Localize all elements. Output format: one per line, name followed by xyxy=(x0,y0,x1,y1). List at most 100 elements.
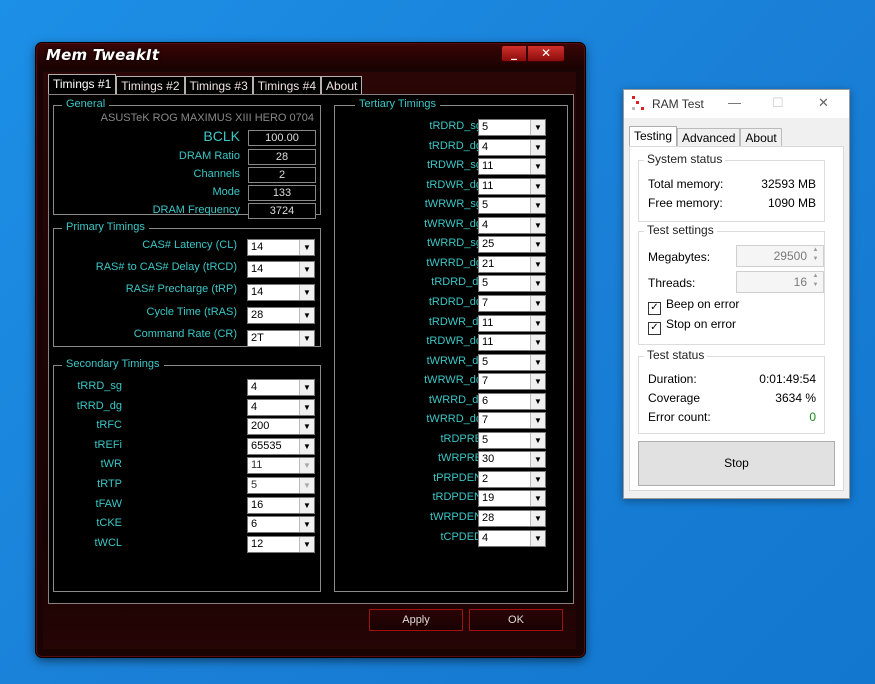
chevron-down-icon[interactable]: ▼ xyxy=(530,335,545,351)
maximize-icon[interactable]: ☐ xyxy=(772,95,784,111)
spin-up-icon[interactable]: ▲ xyxy=(809,273,822,282)
spin-down-icon[interactable]: ▼ xyxy=(809,256,822,265)
chevron-down-icon[interactable]: ▼ xyxy=(530,432,545,448)
chevron-down-icon[interactable]: ▼ xyxy=(530,374,545,390)
chevron-down-icon[interactable]: ▼ xyxy=(530,120,545,135)
chevron-down-icon[interactable]: ▼ xyxy=(299,262,314,277)
chevron-down-icon[interactable]: ▼ xyxy=(299,399,314,415)
timing-combo[interactable]: 7 ▼ xyxy=(478,412,546,430)
tab-timings-4[interactable]: Timings #4 xyxy=(252,76,321,95)
timing-combo[interactable]: 7 ▼ xyxy=(478,294,546,312)
chevron-down-icon[interactable]: ▼ xyxy=(299,240,314,255)
timing-combo[interactable]: 11 ▼ xyxy=(478,314,546,332)
close-icon[interactable]: ✕ xyxy=(818,95,829,111)
minimize-icon[interactable]: — xyxy=(728,95,741,110)
tab-timings-3[interactable]: Timings #3 xyxy=(184,76,253,95)
chevron-down-icon[interactable]: ▼ xyxy=(530,256,545,272)
beep-on-error-checkbox[interactable]: ✓ Beep on error xyxy=(648,297,739,315)
chevron-down-icon[interactable]: ▼ xyxy=(530,452,545,468)
chevron-down-icon[interactable]: ▼ xyxy=(530,139,545,155)
ok-button[interactable]: OK xyxy=(469,609,563,631)
timing-combo[interactable]: 12 ▼ xyxy=(247,535,315,553)
timing-combo[interactable]: 21 ▼ xyxy=(478,255,546,273)
timing-combo[interactable]: 6 ▼ xyxy=(247,516,315,534)
chevron-down-icon[interactable]: ▼ xyxy=(530,393,545,409)
close-button[interactable]: ✕ xyxy=(527,45,565,62)
chevron-down-icon[interactable]: ▼ xyxy=(530,354,545,370)
chevron-down-icon[interactable]: ▼ xyxy=(299,517,314,533)
stop-on-error-checkbox[interactable]: ✓ Stop on error xyxy=(648,317,736,335)
chevron-down-icon[interactable]: ▼ xyxy=(530,178,545,194)
chevron-down-icon[interactable]: ▼ xyxy=(299,497,314,513)
chevron-down-icon[interactable]: ▼ xyxy=(299,380,314,395)
timing-combo[interactable]: 5 ▼ xyxy=(478,197,546,215)
chevron-down-icon[interactable]: ▼ xyxy=(530,530,545,546)
chevron-down-icon[interactable]: ▼ xyxy=(530,413,545,429)
timing-combo[interactable]: 30 ▼ xyxy=(478,451,546,469)
timing-combo[interactable]: 4 ▼ xyxy=(478,216,546,234)
minimize-button[interactable]: _ xyxy=(501,45,527,62)
trcd-combo[interactable]: 14 ▼ xyxy=(247,261,315,278)
chevron-down-icon[interactable]: ▼ xyxy=(299,536,314,552)
threads-input[interactable]: 16 ▲ ▼ xyxy=(736,271,824,293)
timing-combo[interactable]: 4 ▼ xyxy=(247,398,315,416)
apply-button[interactable]: Apply xyxy=(369,609,463,631)
chevron-down-icon[interactable]: ▼ xyxy=(299,419,314,435)
stop-button[interactable]: Stop xyxy=(638,441,835,486)
chevron-down-icon[interactable]: ▼ xyxy=(299,308,314,323)
timing-combo[interactable]: 16 ▼ xyxy=(247,496,315,514)
chevron-down-icon[interactable]: ▼ xyxy=(530,276,545,292)
chevron-down-icon[interactable]: ▼ xyxy=(530,159,545,175)
chevron-down-icon[interactable]: ▼ xyxy=(530,217,545,233)
timing-combo[interactable]: 11 ▼ xyxy=(478,177,546,195)
tras-combo[interactable]: 28 ▼ xyxy=(247,307,315,324)
cr-combo[interactable]: 2T ▼ xyxy=(247,330,315,347)
chevron-down-icon[interactable]: ▼ xyxy=(299,331,314,346)
ram-test-titlebar[interactable]: RAM Test — ☐ ✕ xyxy=(624,90,849,118)
tab-testing[interactable]: Testing xyxy=(629,126,678,148)
timing-combo[interactable]: 5 ▼ xyxy=(478,353,546,371)
spin-up-icon[interactable]: ▲ xyxy=(809,247,822,256)
cl-combo[interactable]: 14 ▼ xyxy=(247,239,315,256)
timing-combo[interactable]: 4 ▼ xyxy=(478,138,546,156)
timing-combo[interactable]: 25 ▼ xyxy=(478,236,546,254)
spin-down-icon[interactable]: ▼ xyxy=(809,282,822,291)
timing-combo[interactable]: 19 ▼ xyxy=(478,490,546,508)
timing-combo[interactable]: 5 ▼ xyxy=(247,477,315,494)
timing-combo[interactable]: 65535 ▼ xyxy=(247,437,315,455)
timing-combo[interactable]: 6 ▼ xyxy=(478,392,546,410)
timing-combo[interactable]: 5 ▼ xyxy=(478,431,546,449)
mem-tweakit-titlebar[interactable]: Mem TweakIt _ ✕ xyxy=(37,44,584,68)
chevron-down-icon[interactable]: ▼ xyxy=(299,458,314,474)
timing-combo[interactable]: 5 ▼ xyxy=(478,275,546,293)
timing-combo[interactable]: 11 ▼ xyxy=(247,457,315,475)
chevron-down-icon[interactable]: ▼ xyxy=(530,198,545,214)
tab-about[interactable]: About xyxy=(740,128,782,148)
trcd-label: RAS# to CAS# Delay (tRCD) xyxy=(95,261,237,273)
megabytes-input[interactable]: 29500 ▲ ▼ xyxy=(736,245,824,267)
chevron-down-icon[interactable]: ▼ xyxy=(530,511,545,526)
timing-combo[interactable]: 5 ▼ xyxy=(478,119,546,136)
total-memory-label: Total memory: xyxy=(648,177,724,191)
timing-combo[interactable]: 200 ▼ xyxy=(247,418,315,436)
tab-timings-2[interactable]: Timings #2 xyxy=(116,76,185,95)
chevron-down-icon[interactable]: ▼ xyxy=(530,237,545,253)
chevron-down-icon[interactable]: ▼ xyxy=(530,295,545,311)
chevron-down-icon[interactable]: ▼ xyxy=(299,438,314,454)
timing-combo[interactable]: 7 ▼ xyxy=(478,373,546,391)
tab-advanced[interactable]: Advanced xyxy=(677,128,741,148)
chevron-down-icon[interactable]: ▼ xyxy=(299,478,314,493)
timing-combo[interactable]: 11 ▼ xyxy=(478,334,546,352)
timing-combo[interactable]: 4 ▼ xyxy=(247,379,315,396)
chevron-down-icon[interactable]: ▼ xyxy=(530,315,545,331)
timing-combo[interactable]: 4 ▼ xyxy=(478,529,546,547)
timing-combo[interactable]: 11 ▼ xyxy=(478,158,546,176)
chevron-down-icon[interactable]: ▼ xyxy=(530,491,545,507)
timing-combo[interactable]: 2 ▼ xyxy=(478,470,546,488)
chevron-down-icon[interactable]: ▼ xyxy=(530,471,545,487)
tab-about[interactable]: About xyxy=(321,76,363,95)
trp-combo[interactable]: 14 ▼ xyxy=(247,284,315,301)
tab-timings-1[interactable]: Timings #1 xyxy=(48,74,117,95)
timing-combo[interactable]: 28 ▼ xyxy=(478,510,546,527)
chevron-down-icon[interactable]: ▼ xyxy=(299,285,314,300)
